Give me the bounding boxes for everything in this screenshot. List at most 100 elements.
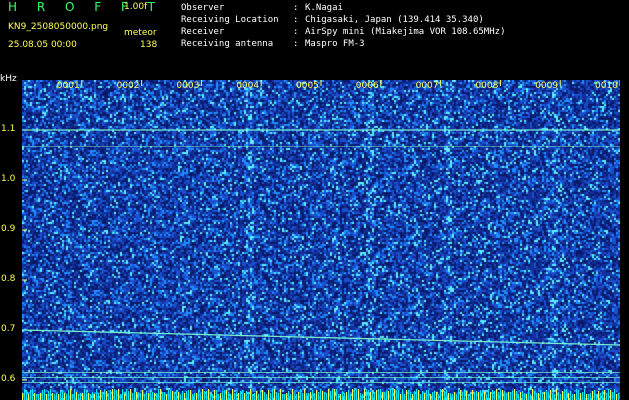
bottom-signal-bar	[130, 389, 132, 400]
bottom-signal-bar	[494, 391, 496, 400]
bottom-signal-bar	[570, 391, 572, 400]
info-sep: :	[293, 39, 299, 49]
bottom-signal-bar	[296, 394, 298, 400]
bottom-signal-bar	[148, 393, 150, 400]
bottom-signal-bar	[230, 394, 232, 400]
bottom-signal-bar	[578, 390, 580, 400]
bottom-signal-bar	[66, 394, 68, 400]
bottom-signal-bar	[490, 392, 492, 400]
bottom-signal-bar	[348, 390, 350, 400]
bottom-signal-bar	[44, 389, 46, 400]
spectrogram	[22, 80, 620, 400]
bottom-signal-bar	[332, 389, 334, 400]
bottom-signal-bar	[520, 392, 522, 400]
bottom-signal-bar	[68, 390, 70, 400]
bottom-signal-bar	[456, 394, 458, 400]
meteor-count: 138	[140, 40, 158, 50]
bottom-signal-bar	[304, 389, 306, 400]
bottom-signal-bar	[542, 394, 544, 400]
info-sep: :	[293, 15, 299, 25]
bottom-signal-bar	[516, 391, 518, 400]
bottom-signal-bar	[466, 391, 468, 400]
bottom-signal-bar	[280, 389, 282, 400]
bottom-signal-bar	[216, 390, 218, 400]
bottom-signal-bar	[30, 390, 32, 400]
bottom-signal-bar	[480, 390, 482, 400]
bottom-signal-bar	[170, 390, 172, 400]
bottom-signal-bar	[112, 389, 114, 400]
bottom-signal-bar	[366, 389, 368, 400]
bottom-signal-bar	[356, 389, 358, 400]
bottom-signal-bar	[338, 394, 340, 400]
bottom-signal-bar	[374, 392, 376, 400]
y-tick-label: 1.0	[1, 174, 16, 184]
drifting-trace	[22, 329, 620, 346]
bottom-signal-bar	[472, 390, 474, 400]
bottom-signal-bar	[222, 391, 224, 400]
bottom-signal-bar	[88, 393, 90, 400]
bottom-signal-bar	[420, 394, 422, 400]
bottom-signal-bar	[602, 391, 604, 400]
bottom-signal-bar	[138, 392, 140, 400]
bottom-signal-bar	[432, 392, 434, 400]
y-tick-label: 0.6	[1, 374, 16, 384]
bottom-signal-bar	[618, 393, 620, 400]
bottom-signal-bar	[134, 392, 136, 400]
info-value: K.Nagai	[305, 3, 343, 13]
bottom-signal-bar	[92, 392, 94, 400]
bottom-signal-bar	[524, 393, 526, 400]
info-sep: :	[293, 3, 299, 13]
bottom-signal-bar	[598, 391, 600, 400]
bottom-signal-bar	[506, 393, 508, 400]
bottom-signal-bar	[334, 389, 336, 400]
bottom-signal-bar	[32, 389, 34, 400]
bottom-signal-bar	[394, 389, 396, 400]
bottom-signal-bar	[240, 391, 242, 400]
bottom-signal-bar	[208, 389, 210, 400]
bottom-signal-bar	[22, 393, 24, 400]
bottom-signal-bar	[476, 391, 478, 400]
bottom-signal-bar	[294, 394, 296, 400]
bottom-signal-bar	[386, 391, 388, 400]
bottom-signal-bar	[126, 389, 128, 400]
bottom-signal-bar	[56, 393, 58, 400]
bottom-signal-bar	[254, 393, 256, 400]
info-key: Observer	[181, 3, 225, 13]
bottom-signal-bar	[228, 392, 230, 400]
bottom-signal-bar	[396, 390, 398, 400]
bottom-signal-bar	[358, 389, 360, 400]
bottom-signal-bar	[584, 389, 586, 400]
bottom-signal-bar	[614, 389, 616, 400]
bottom-signal-bar	[390, 389, 392, 400]
bottom-signal-bar	[342, 391, 344, 400]
spectrogram-overlay	[22, 80, 620, 400]
bottom-signal-bar	[182, 391, 184, 400]
bottom-signal-bar	[152, 392, 154, 400]
bottom-signal-bar	[554, 394, 556, 400]
bottom-signal-bar	[212, 394, 214, 400]
bottom-signal-bar	[306, 393, 308, 400]
bottom-signal-bar	[278, 393, 280, 400]
bottom-signal-bar	[42, 390, 44, 400]
bottom-signal-bar	[496, 389, 498, 400]
bottom-signal-bar	[572, 394, 574, 400]
x-tick-label: 0008	[475, 81, 499, 91]
bottom-signal-bar	[184, 393, 186, 400]
bottom-signal-bar	[120, 394, 122, 400]
x-tick-label: 0006	[355, 81, 379, 91]
bottom-signal-bar	[442, 389, 444, 400]
bottom-signal-bar	[412, 394, 414, 400]
bottom-signal-bar	[218, 394, 220, 400]
bottom-signal-bar	[378, 389, 380, 400]
x-tick-label: 0004	[236, 81, 260, 91]
bottom-signal-bar	[536, 393, 538, 400]
bottom-signal-bar	[556, 389, 558, 400]
bottom-signal-bar	[282, 394, 284, 400]
bottom-signal-bar	[362, 394, 364, 400]
bottom-signal-bar	[48, 391, 50, 400]
bottom-signal-bar	[418, 390, 420, 400]
bottom-signal-bar	[256, 391, 258, 400]
bottom-signal-bar	[28, 394, 30, 400]
date-time: 25.08.05 00:00	[8, 40, 77, 50]
bottom-signal-bar	[474, 392, 476, 400]
